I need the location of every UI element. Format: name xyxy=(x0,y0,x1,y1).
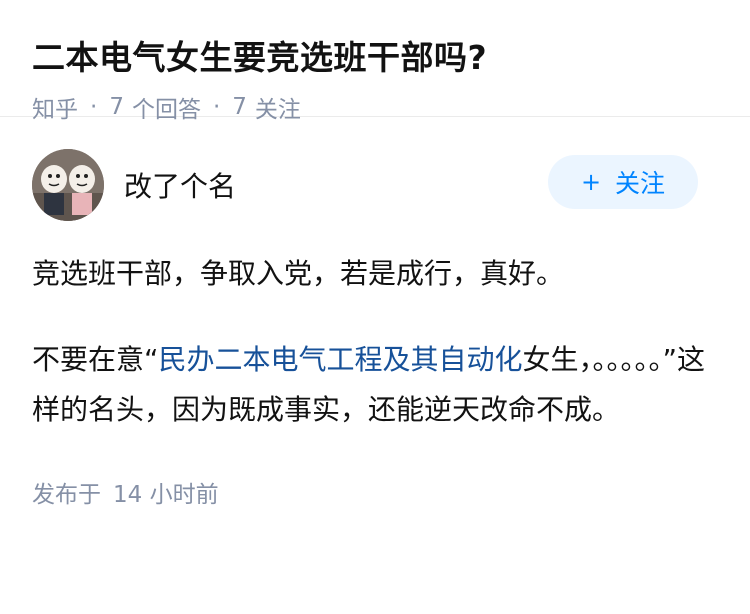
author-row: 改了个名 + 关注 xyxy=(32,147,718,223)
publish-info: 发布于 14 小时前 xyxy=(32,475,718,509)
follow-count: 7 xyxy=(232,94,247,120)
follow-button-label: 关注 xyxy=(615,169,666,198)
separator-dot: · xyxy=(212,94,221,120)
answer-paragraph: 竞选班干部，争取入党，若是成行，真好。 xyxy=(32,257,565,290)
search-keyword-link[interactable]: 民办二本电气工程及其自动化 xyxy=(159,343,523,376)
separator-dot: · xyxy=(90,94,98,120)
answer-card: 改了个名 + 关注 竞选班干部，争取入党，若是成行，真好。 不要在意“民办二本电… xyxy=(0,117,750,509)
publish-time[interactable]: 14 小时前 xyxy=(113,482,219,508)
plus-icon: + xyxy=(580,168,602,196)
avatar[interactable] xyxy=(32,149,104,221)
answer-content: 竞选班干部，争取入党，若是成行，真好。 不要在意“民办二本电气工程及其自动化女生… xyxy=(32,249,718,435)
follow-count-label: 关注 xyxy=(254,97,301,123)
follow-button[interactable]: + 关注 xyxy=(548,155,698,209)
author-name[interactable]: 改了个名 xyxy=(124,165,236,205)
paragraph-text: 不要在意“ xyxy=(32,343,159,376)
source-label[interactable]: 知乎 xyxy=(32,90,78,124)
question-header: 二本电气女生要竞选班干部吗? 知乎 · 7 个回答 · 7 关注 xyxy=(0,0,750,123)
question-title[interactable]: 二本电气女生要竞选班干部吗? xyxy=(32,34,718,82)
avatar-image xyxy=(32,149,104,221)
answer-count-label[interactable]: 个回答 xyxy=(132,90,201,124)
answer-paragraph: 不要在意“民办二本电气工程及其自动化女生，。。。。。”这样的名头，因为既成事实，… xyxy=(32,335,718,435)
answer-count: 7 xyxy=(109,94,124,120)
publish-label: 发布于 xyxy=(32,482,101,508)
